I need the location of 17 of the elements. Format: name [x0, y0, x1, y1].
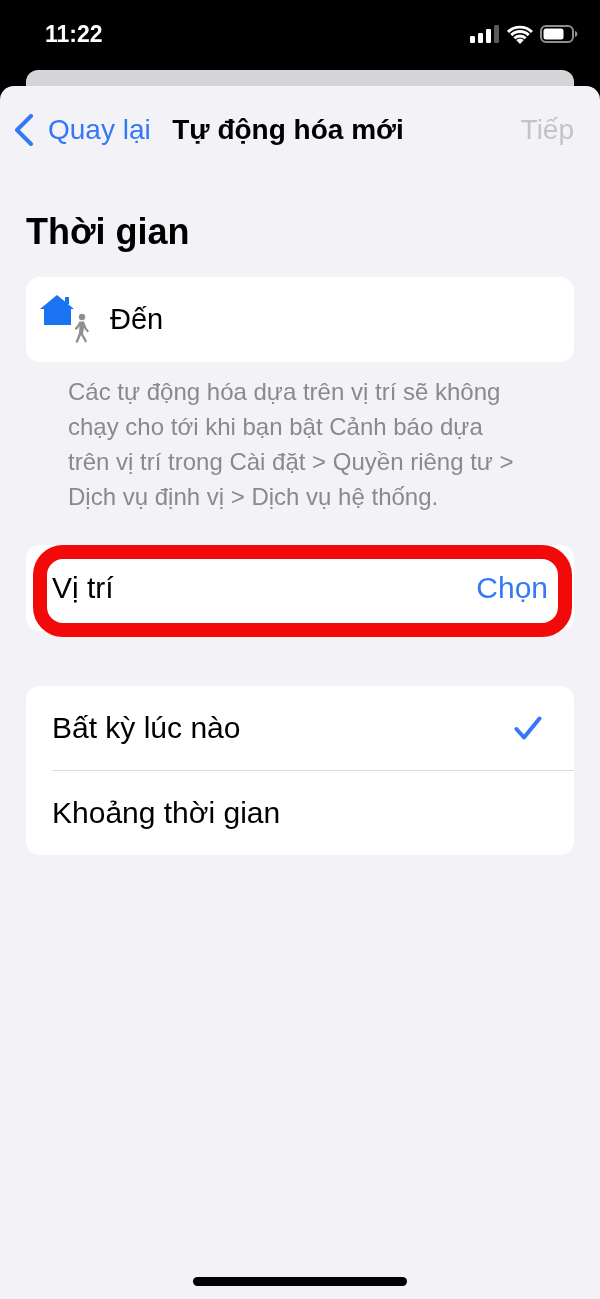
section-heading: Thời gian	[26, 212, 190, 252]
wifi-icon	[507, 24, 533, 44]
footnote-text: Các tự động hóa dựa trên vị trí sẽ không chạy cho tới khi bạn bật Cảnh báo dựa trên vị trí trong Cài đặt > Quyền riêng tư > Dịch vụ định vị > Dịch vụ hệ thống.	[68, 377, 515, 512]
chevron-left-icon	[14, 114, 34, 146]
trigger-label: Đến	[110, 305, 164, 334]
option-row[interactable]: Khoảng thời gian	[26, 771, 574, 855]
option-row[interactable]: Bất kỳ lúc nào	[26, 686, 574, 770]
battery-icon	[540, 25, 578, 43]
trigger-row[interactable]: Đến	[26, 277, 574, 362]
house-person-icon	[40, 293, 92, 346]
nav-title: Tự động hóa mới	[172, 116, 405, 144]
choose-button[interactable]: Chọn	[476, 573, 548, 603]
signal-icon	[470, 25, 500, 43]
location-label: Vị trí	[52, 573, 114, 603]
status-time: 11:22	[45, 22, 103, 46]
back-button[interactable]: Quay lại	[14, 114, 151, 146]
back-label: Quay lại	[48, 116, 151, 144]
